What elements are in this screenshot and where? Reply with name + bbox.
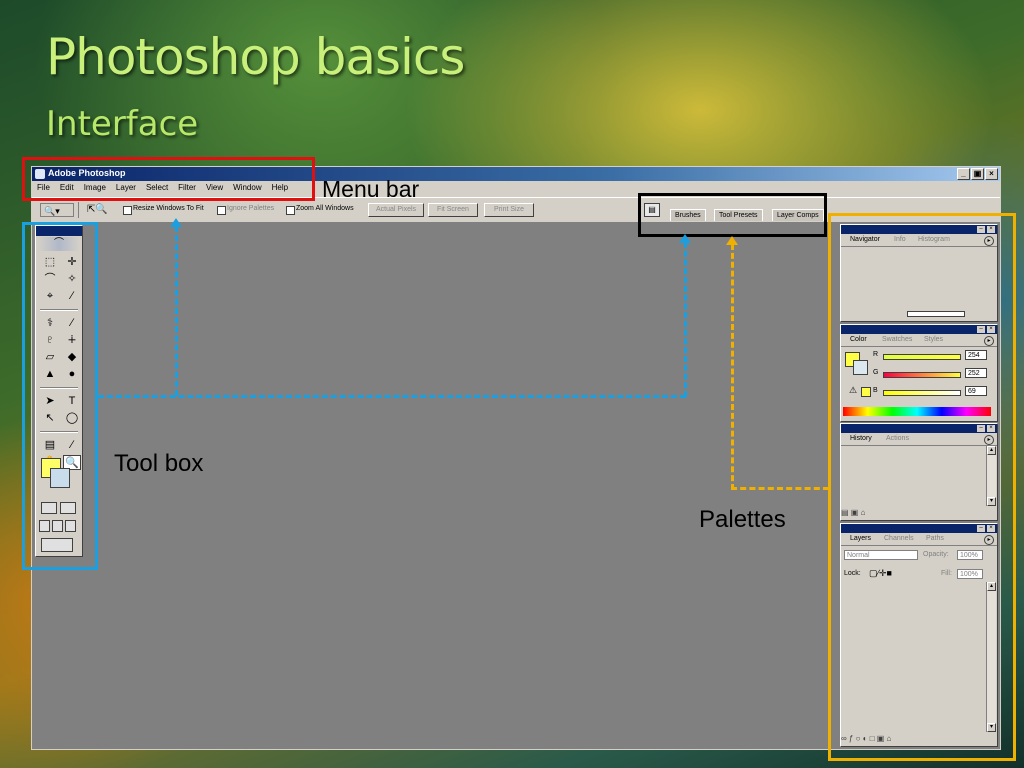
arrow-up-icon [726, 236, 738, 245]
arrow-up-icon [170, 218, 182, 227]
options-divider [78, 202, 79, 218]
restore-button[interactable]: ▣ [971, 168, 984, 180]
minimize-button[interactable]: _ [957, 168, 970, 180]
print-size-button[interactable]: Print Size [484, 203, 534, 217]
close-button[interactable]: × [985, 168, 998, 180]
resize-windows-label: Resize Windows To Fit [133, 205, 204, 212]
menu-bar-callout: Menu bar [322, 176, 420, 202]
palette-well-highlight [638, 193, 827, 237]
menu-bar-highlight [22, 157, 315, 201]
slide-subtitle: Interface [46, 104, 199, 144]
arrow-up-icon [679, 234, 691, 243]
tool-box-callout: Tool box [114, 450, 204, 477]
toolbox-highlight [22, 222, 98, 570]
slide-title: Photoshop basics [46, 28, 465, 86]
actual-pixels-button[interactable]: Actual Pixels [368, 203, 424, 217]
connector-line [731, 244, 734, 490]
resize-windows-checkbox[interactable] [123, 206, 132, 215]
connector-line [98, 395, 686, 398]
ignore-palettes-label: Ignore Palettes [227, 205, 275, 212]
zoom-in-out-icons[interactable]: ⇱🔍 [84, 203, 110, 217]
connector-line [175, 226, 178, 396]
fit-screen-button[interactable]: Fit Screen [428, 203, 478, 217]
zoom-all-windows-label: Zoom All Windows [296, 205, 354, 212]
ignore-palettes-checkbox[interactable] [217, 206, 226, 215]
connector-line [731, 487, 829, 490]
zoom-all-windows-checkbox[interactable] [286, 206, 295, 215]
tool-preset-picker[interactable]: 🔍▾ [40, 203, 74, 217]
connector-line [684, 242, 687, 397]
palettes-callout: Palettes [699, 506, 786, 533]
zoom-icon: 🔍▾ [44, 206, 60, 216]
palettes-highlight [828, 213, 1016, 761]
